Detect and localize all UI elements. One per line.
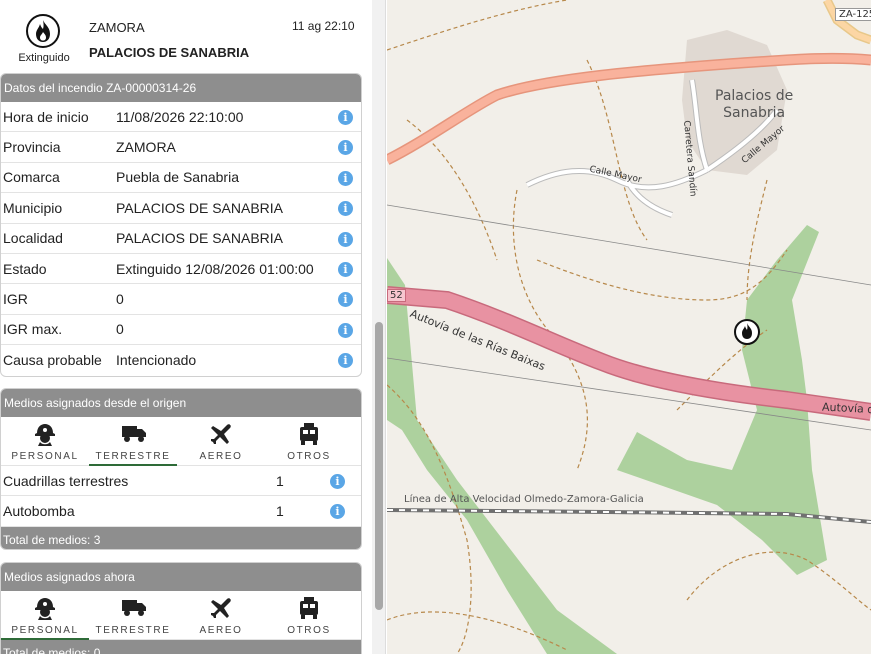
fire-icon — [26, 14, 60, 48]
info-icon[interactable]: i — [338, 231, 353, 247]
map-road-shield: ZA-125 — [835, 8, 871, 21]
tab-aereo[interactable]: AEREO — [177, 417, 265, 466]
incident-map-marker[interactable] — [734, 319, 760, 345]
map-highway-ref: 52 — [387, 289, 406, 302]
detail-row: Estado Extinguido 12/08/2026 01:00:00 i — [1, 254, 361, 285]
incident-header[interactable]: Extinguido ZAMORA 11 ag 22:10 PALACIOS D… — [0, 0, 362, 72]
tab-otros[interactable]: OTROS — [265, 591, 353, 640]
resource-label: Cuadrillas terrestres — [3, 472, 129, 489]
origin-tabs: PERSONAL TERRESTRE AEREO OTROS — [1, 417, 361, 466]
tab-label: AEREO — [199, 625, 243, 636]
details-title: Datos del incendio ZA-00000314-26 — [1, 74, 361, 102]
incident-province: ZAMORA — [89, 20, 145, 35]
detail-row: IGR 0 i — [1, 284, 361, 315]
tab-aereo[interactable]: AEREO — [177, 591, 265, 640]
detail-row: IGR max. 0 i — [1, 315, 361, 346]
detail-row: Municipio PALACIOS DE SANABRIA i — [1, 193, 361, 224]
detail-value: 11/08/2026 22:10:00 — [116, 108, 244, 125]
detail-row: Hora de inicio 11/08/2026 22:10:00 i — [1, 102, 361, 133]
incident-location: PALACIOS DE SANABRIA — [89, 45, 250, 60]
map-town-label: Palacios de Sanabria — [715, 88, 794, 121]
detail-label: IGR — [3, 291, 28, 308]
detail-value: Puebla de Sanabria — [116, 169, 239, 186]
tab-otros[interactable]: OTROS — [265, 417, 353, 466]
info-icon[interactable]: i — [330, 474, 345, 489]
resource-label: Autobomba — [3, 503, 75, 520]
detail-value: ZAMORA — [116, 139, 176, 156]
tab-label: OTROS — [287, 625, 331, 636]
info-icon[interactable]: i — [338, 170, 353, 186]
detail-label: Comarca — [3, 169, 60, 186]
now-tabs: PERSONAL TERRESTRE AEREO OTROS — [1, 591, 361, 640]
origin-resources-card: Medios asignados desde el origen PERSONA… — [0, 388, 362, 550]
detail-label: IGR max. — [3, 321, 63, 338]
tab-label: TERRESTRE — [95, 451, 171, 462]
info-icon[interactable]: i — [338, 322, 353, 338]
current-resources-card: Medios asignados ahora PERSONAL TERRESTRE… — [0, 562, 362, 654]
detail-row: Localidad PALACIOS DE SANABRIA i — [1, 224, 361, 254]
tab-label: PERSONAL — [11, 625, 79, 636]
detail-label: Estado — [3, 260, 47, 277]
tab-label: AEREO — [199, 451, 243, 462]
incident-datetime: 11 ag 22:10 — [292, 19, 355, 33]
now-title: Medios asignados ahora — [1, 563, 361, 591]
info-icon[interactable]: i — [338, 110, 353, 125]
detail-label: Municipio — [3, 199, 63, 216]
tab-label: PERSONAL — [11, 451, 79, 462]
info-icon[interactable]: i — [330, 504, 345, 520]
detail-value: 0 — [116, 321, 124, 338]
detail-row: Provincia ZAMORA i — [1, 132, 361, 163]
tab-personal[interactable]: PERSONAL — [1, 591, 89, 640]
incident-panel: Extinguido ZAMORA 11 ag 22:10 PALACIOS D… — [0, 0, 372, 654]
tab-terrestre[interactable]: TERRESTRE — [89, 417, 177, 466]
detail-label: Causa probable — [3, 352, 102, 369]
incident-details-card: Datos del incendio ZA-00000314-26 Hora d… — [0, 73, 362, 377]
resource-count: 1 — [276, 503, 284, 520]
detail-value: Extinguido 12/08/2026 01:00:00 — [116, 260, 314, 277]
map-railway-label: Línea de Alta Velocidad Olmedo-Zamora-Ga… — [404, 494, 644, 505]
tab-terrestre[interactable]: TERRESTRE — [89, 591, 177, 640]
incident-status: Extinguido — [18, 52, 70, 64]
detail-row: Comarca Puebla de Sanabria i — [1, 163, 361, 194]
detail-label: Localidad — [3, 230, 63, 247]
detail-value: Intencionado — [116, 352, 197, 369]
tab-label: TERRESTRE — [95, 625, 171, 636]
resource-row: Cuadrillas terrestres 1 i — [1, 466, 361, 497]
detail-label: Provincia — [3, 139, 61, 156]
info-icon[interactable]: i — [338, 261, 353, 277]
resource-count: 1 — [276, 472, 284, 489]
detail-row: Causa probable Intencionado i — [1, 345, 361, 375]
map-view[interactable]: Palacios deSanabria ZA-125 52 Autovía de… — [387, 0, 871, 654]
origin-title: Medios asignados desde el origen — [1, 389, 361, 417]
detail-value: PALACIOS DE SANABRIA — [116, 199, 284, 216]
tab-personal[interactable]: PERSONAL — [1, 417, 89, 466]
detail-value: PALACIOS DE SANABRIA — [116, 230, 284, 247]
panel-scrollbar-thumb[interactable] — [375, 322, 383, 610]
now-total: Total de medios: 0 — [1, 640, 361, 654]
detail-value: 0 — [116, 291, 124, 308]
detail-label: Hora de inicio — [3, 108, 89, 125]
tab-label: OTROS — [287, 451, 331, 462]
origin-total: Total de medios: 3 — [1, 526, 361, 549]
resource-row: Autobomba 1 i — [1, 496, 361, 527]
